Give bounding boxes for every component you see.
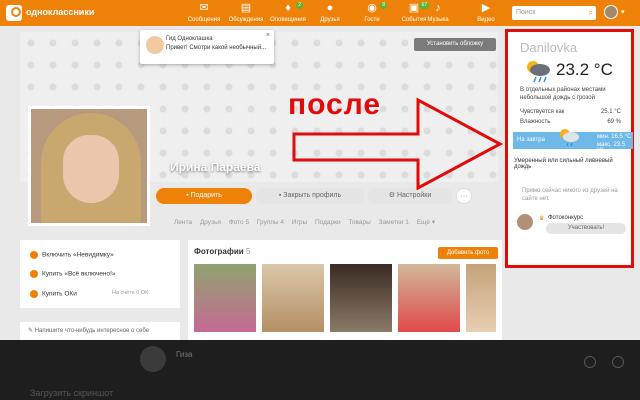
photos-title: Фотографии 5 xyxy=(194,247,251,256)
status-input[interactable]: ✎ Напишите что-нибудь интересное о себе xyxy=(20,322,180,342)
pencil-icon: ✎ xyxy=(28,328,35,334)
notifications-badge: 2 xyxy=(296,2,303,9)
tab-feed[interactable]: Лента xyxy=(174,219,192,226)
nav-messages[interactable]: ✉ Сообщения xyxy=(184,2,224,23)
profile-photo[interactable] xyxy=(28,106,150,226)
gear-icon: ⚙ xyxy=(388,192,397,199)
photo-thumb[interactable] xyxy=(194,264,256,332)
bell-icon: ♦ xyxy=(285,2,291,14)
hat-icon xyxy=(30,251,38,259)
music-icon: ♪ xyxy=(435,2,441,14)
video-icon: ▶ xyxy=(481,2,491,14)
weather-city: Danilovka xyxy=(520,40,578,55)
add-photo-button[interactable]: Добавить фото xyxy=(438,247,498,259)
camera-icon[interactable] xyxy=(584,356,596,368)
search-input[interactable]: Поиск ⌕ xyxy=(512,6,596,20)
profile-name: Ирина Параева xyxy=(170,160,261,174)
friends-online-text: Прямо сейчас никого из друзей на сайте н… xyxy=(522,188,618,202)
nav-video[interactable]: ▶ Видео xyxy=(466,2,506,23)
notification-text: Привет! Смотри какой необычный... xyxy=(166,45,267,51)
profile-tabs: Лента Друзья Фото 5 Группы 4 Игры Подарк… xyxy=(174,218,441,226)
grid-icon xyxy=(30,270,38,278)
forecast-label: На завтра xyxy=(517,137,545,143)
more-button[interactable]: ··· xyxy=(456,188,472,204)
weather-description: В отдельных районах местами небольшой до… xyxy=(520,87,606,101)
forecast-max: макс. 23.5 °C xyxy=(597,142,626,154)
tab-gifts[interactable]: Подарки xyxy=(315,219,341,226)
photo-thumb[interactable] xyxy=(330,264,392,332)
guests-badge: 8 xyxy=(380,2,387,9)
chat-icon: ▤ xyxy=(240,2,252,14)
upload-screenshot-label[interactable]: Загрузить скриншот xyxy=(30,388,113,398)
logo-text[interactable]: одноклассники xyxy=(26,7,94,17)
sun-cloud-rain-icon xyxy=(527,61,550,83)
ok-coin-icon xyxy=(30,290,38,298)
tab-games[interactable]: Игры xyxy=(292,219,307,226)
user-avatar[interactable] xyxy=(604,5,618,19)
buy-ok-link[interactable]: Купить ОКи xyxy=(30,290,77,298)
guests-icon: ◉ xyxy=(367,2,377,14)
humidity-label: Влажность xyxy=(520,119,551,125)
top-bar: одноклассники ✉ Сообщения ▤ Обсуждения 2… xyxy=(0,0,640,26)
tab-notes[interactable]: Заметки 1 xyxy=(379,219,409,226)
nav-notifications[interactable]: 2 ♦ Оповещения xyxy=(268,2,308,23)
ok-logo-icon[interactable] xyxy=(6,5,22,21)
settings-button[interactable]: ⚙ Настройки xyxy=(368,188,452,204)
photo-contest-label: Фотоконкурс xyxy=(548,215,584,221)
gift-button[interactable]: ▪ Подарить xyxy=(156,188,252,204)
notification-popup[interactable]: Гид Одноклашка Привет! Смотри какой необ… xyxy=(140,30,274,64)
forecast-description: Умеренный или сильный ливневый дождь xyxy=(514,158,613,170)
photo-thumb[interactable] xyxy=(398,264,460,332)
tab-groups[interactable]: Группы 4 xyxy=(257,219,284,226)
chevron-down-icon[interactable]: ▾ xyxy=(621,8,625,16)
notification-title: Гид Одноклашка xyxy=(166,36,213,42)
close-profile-button[interactable]: ▪ Закрыть профиль xyxy=(256,188,364,204)
photo-thumb[interactable] xyxy=(466,264,496,332)
photos-card: Фотографии 5 Добавить фото xyxy=(188,240,502,340)
close-icon[interactable]: × xyxy=(266,32,270,39)
search-icon: ⌕ xyxy=(588,8,593,17)
friends-icon: ● xyxy=(326,2,334,14)
humidity-value: 69 % xyxy=(607,119,621,125)
nav-music[interactable]: ♪ Музыка xyxy=(418,2,458,23)
all-inclusive-link[interactable]: Купить «Всё включено!» xyxy=(30,270,116,278)
weather-widget: Danilovka 23.2 °C В отдельных районах ме… xyxy=(505,29,634,268)
feels-like-label: Чувствуется как xyxy=(520,109,565,115)
nav-friends[interactable]: ● Друзья xyxy=(310,2,350,23)
tab-photos[interactable]: Фото 5 xyxy=(229,219,249,226)
join-contest-button[interactable]: Участвовать! xyxy=(546,223,626,234)
smile-icon[interactable] xyxy=(612,356,624,368)
nav-discussions[interactable]: ▤ Обсуждения xyxy=(226,2,266,23)
contest-avatar xyxy=(517,214,533,230)
balance-text: На счёте 0 ОК xyxy=(112,290,149,296)
mail-icon: ✉ xyxy=(199,2,209,14)
trophy-icon: ♛ xyxy=(539,216,545,222)
nav-guests[interactable]: 8 ◉ Гости xyxy=(352,2,392,23)
feels-like-value: 25.1 °C xyxy=(600,109,621,115)
bottom-avatar xyxy=(140,346,166,372)
invisible-link[interactable]: Включить «Невидимку» xyxy=(30,251,114,259)
tab-more[interactable]: Ещё ▾ xyxy=(417,219,435,226)
annotation-text: после xyxy=(288,88,382,121)
tab-goods[interactable]: Товары xyxy=(348,219,370,226)
services-card: Включить «Невидимку» Купить «Всё включен… xyxy=(20,240,180,308)
tab-friends[interactable]: Друзья xyxy=(200,219,221,226)
guide-avatar xyxy=(146,36,164,54)
set-cover-button[interactable]: Установить обложку xyxy=(414,38,496,51)
bottom-name: Гиза xyxy=(176,350,193,359)
weather-temperature: 23.2 °C xyxy=(556,60,613,79)
photo-thumb[interactable] xyxy=(262,264,324,332)
forecast-rain-icon xyxy=(560,129,579,147)
forecast-min: мин. 16.5 °C xyxy=(597,134,632,140)
